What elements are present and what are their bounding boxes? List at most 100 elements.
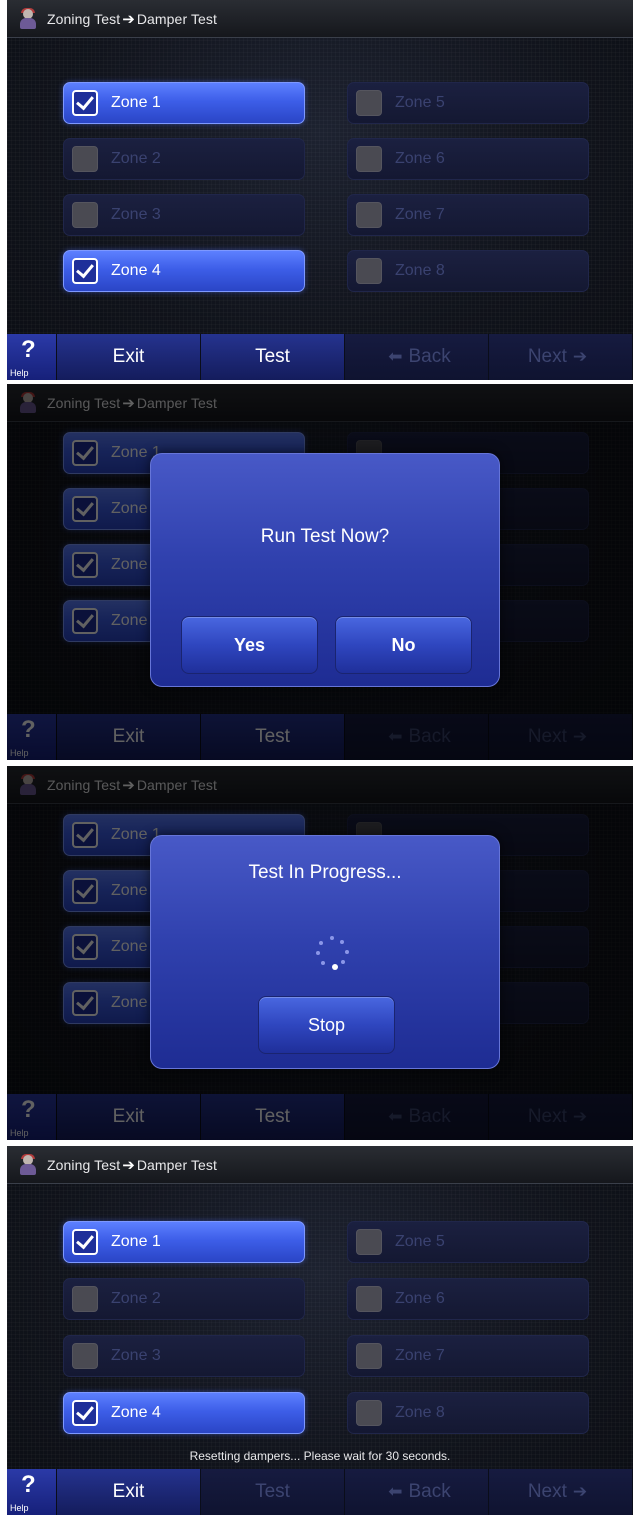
checkbox-icon xyxy=(356,1400,382,1426)
zone-5-toggle[interactable]: Zone 5 xyxy=(347,1221,589,1263)
help-question-icon: ? xyxy=(21,336,36,363)
spinner-dot xyxy=(321,961,325,965)
back-button[interactable]: ⬅ Back xyxy=(345,1469,489,1515)
yes-button[interactable]: Yes xyxy=(181,616,318,674)
confirm-dialog: Run Test Now? Yes No xyxy=(150,453,500,687)
next-label: Next xyxy=(527,1481,567,1502)
zone-label: Zone 3 xyxy=(111,206,161,223)
breadcrumb-to: Damper Test xyxy=(136,1156,218,1173)
zone-3-toggle[interactable]: Zone 3 xyxy=(63,194,305,236)
zone-label: Zone 4 xyxy=(111,1404,161,1421)
zone-2-toggle[interactable]: Zone 2 xyxy=(63,138,305,180)
back-label: Back xyxy=(408,346,451,367)
dialog-title: Test In Progress... xyxy=(248,862,402,883)
checkbox-icon xyxy=(72,202,98,228)
zone-2-toggle[interactable]: Zone 2 xyxy=(63,1278,305,1320)
breadcrumb-from: Zoning Test xyxy=(47,1156,121,1173)
breadcrumb-to: Damper Test xyxy=(136,10,218,27)
zone-label: Zone 5 xyxy=(395,94,445,111)
spinner-dot xyxy=(332,964,338,970)
next-label: Next xyxy=(527,346,567,367)
zone-label: Zone 4 xyxy=(111,262,161,279)
zone-1-toggle[interactable]: Zone 1 xyxy=(63,1221,305,1263)
zone-7-toggle[interactable]: Zone 7 xyxy=(347,194,589,236)
zone-label: Zone 6 xyxy=(395,1290,445,1307)
exit-button[interactable]: Exit xyxy=(57,334,201,380)
zone-label: Zone 8 xyxy=(395,262,445,279)
help-button[interactable]: ? Help xyxy=(7,1469,57,1515)
stop-label: Stop xyxy=(307,1014,346,1035)
zone-4-toggle[interactable]: Zone 4 xyxy=(63,1392,305,1434)
spinner-dot xyxy=(330,936,334,940)
checkbox-icon xyxy=(72,258,98,284)
test-button[interactable]: Test xyxy=(201,334,345,380)
bottom-bar: ? Help Exit Test ⬅ Back Next ➔ xyxy=(7,334,633,380)
zone-8-toggle[interactable]: Zone 8 xyxy=(347,1392,589,1434)
no-label: No xyxy=(391,634,416,655)
no-button[interactable]: No xyxy=(335,616,472,674)
dialog-title: Run Test Now? xyxy=(260,526,390,547)
zone-8-toggle[interactable]: Zone 8 xyxy=(347,250,589,292)
zone-label: Zone 1 xyxy=(111,1233,161,1250)
test-label: Test xyxy=(255,346,290,367)
breadcrumb-from: Zoning Test xyxy=(47,10,121,27)
back-button[interactable]: ⬅ Back xyxy=(345,334,489,380)
checkbox-icon xyxy=(356,258,382,284)
checkbox-icon xyxy=(356,1343,382,1369)
checkbox-icon xyxy=(72,90,98,116)
right-arrow-icon: ➔ xyxy=(122,1156,135,1174)
title-bar: Zoning Test ➔ Damper Test xyxy=(7,1146,633,1184)
loading-spinner-icon xyxy=(315,936,349,970)
checkbox-icon xyxy=(356,1229,382,1255)
next-button[interactable]: Next ➔ xyxy=(489,1469,633,1515)
spinner-dot xyxy=(319,941,323,945)
zone-4-toggle[interactable]: Zone 4 xyxy=(63,250,305,292)
help-label: Help xyxy=(10,368,29,378)
zone-1-toggle[interactable]: Zone 1 xyxy=(63,82,305,124)
screen-resetting: Zoning Test ➔ Damper Test Zone 1 Zone 2 … xyxy=(7,1146,633,1515)
zone-label: Zone 1 xyxy=(111,94,161,111)
zone-6-toggle[interactable]: Zone 6 xyxy=(347,138,589,180)
exit-label: Exit xyxy=(112,1481,145,1502)
help-question-icon: ? xyxy=(21,1471,36,1498)
zone-label: Zone 5 xyxy=(395,1233,445,1250)
zone-label: Zone 7 xyxy=(395,1347,445,1364)
checkbox-icon xyxy=(356,202,382,228)
status-message: Resetting dampers... Please wait for 30 … xyxy=(189,1449,451,1463)
checkbox-icon xyxy=(72,1286,98,1312)
right-arrow-icon: ➔ xyxy=(122,10,135,28)
checkbox-icon xyxy=(72,146,98,172)
spinner-dot xyxy=(341,960,345,964)
checkbox-icon xyxy=(72,1229,98,1255)
progress-dialog: Test In Progress... Stop xyxy=(150,835,500,1069)
right-arrow-icon: ➔ xyxy=(572,1482,588,1501)
screen-confirm: Zoning Test ➔ Damper Test Zone 1 Zone 2 … xyxy=(7,384,633,760)
checkbox-icon xyxy=(72,1400,98,1426)
screen-progress: Zoning Test ➔ Damper Test Zone 1 Zone 2 … xyxy=(7,766,633,1140)
spinner-dot xyxy=(340,940,344,944)
spinner-dot xyxy=(345,950,349,954)
zone-label: Zone 6 xyxy=(395,150,445,167)
exit-label: Exit xyxy=(112,346,145,367)
help-button[interactable]: ? Help xyxy=(7,334,57,380)
right-arrow-icon: ➔ xyxy=(572,347,588,366)
zone-label: Zone 2 xyxy=(111,1290,161,1307)
stop-button[interactable]: Stop xyxy=(258,996,395,1054)
zone-label: Zone 3 xyxy=(111,1347,161,1364)
test-button[interactable]: Test xyxy=(201,1469,345,1515)
exit-button[interactable]: Exit xyxy=(57,1469,201,1515)
zone-label: Zone 2 xyxy=(111,150,161,167)
yes-label: Yes xyxy=(233,634,266,655)
left-arrow-icon: ⬅ xyxy=(388,347,403,366)
test-label: Test xyxy=(255,1481,290,1502)
checkbox-icon xyxy=(356,146,382,172)
back-label: Back xyxy=(408,1481,451,1502)
zone-3-toggle[interactable]: Zone 3 xyxy=(63,1335,305,1377)
zone-6-toggle[interactable]: Zone 6 xyxy=(347,1278,589,1320)
next-button[interactable]: Next ➔ xyxy=(489,334,633,380)
zone-7-toggle[interactable]: Zone 7 xyxy=(347,1335,589,1377)
checkbox-icon xyxy=(356,90,382,116)
help-label: Help xyxy=(10,1503,29,1513)
technician-icon xyxy=(17,7,39,30)
zone-5-toggle[interactable]: Zone 5 xyxy=(347,82,589,124)
